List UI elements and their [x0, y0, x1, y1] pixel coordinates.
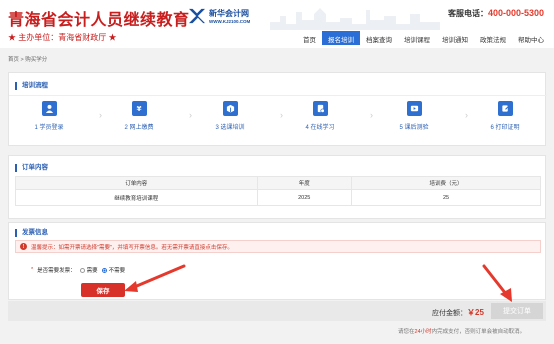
site-header: 青海省会计人员继续教育 ★ 主办单位：青海省财政厅 ★ 新华会计网 WWW.KJ…: [0, 0, 554, 48]
brand-subtitle: ★ 主办单位：青海省财政厅 ★: [8, 33, 117, 42]
order-year-cell: 2025: [256, 189, 352, 206]
table-row: 继续教育培训课程 2025 25: [15, 189, 541, 206]
step-print-certificate: 6 打印证明: [475, 101, 535, 131]
chevron-right-icon: ›: [465, 110, 468, 120]
order-fee-cell: 25: [351, 189, 541, 206]
phone-number: 400-000-5300: [488, 8, 545, 18]
brand-title: 青海省会计人员继续教育: [8, 10, 190, 29]
order-title: 订单内容: [15, 164, 48, 172]
chevron-right-icon: ›: [99, 110, 102, 120]
invoice-question: * 是否需要发票： 需要 不需要: [31, 266, 125, 274]
logo-url: WWW.KJ2100.COM: [209, 19, 251, 24]
invoice-question-label: 是否需要发票：: [37, 268, 76, 274]
amount-label: 应付金额：: [432, 310, 467, 317]
column-header: 年度: [256, 176, 352, 190]
nav-policies[interactable]: 政策法规: [474, 31, 512, 45]
required-marker: *: [31, 267, 34, 273]
note-prefix: 请您在: [398, 329, 415, 335]
step-payment: ¥ 2 网上缴费: [109, 101, 169, 131]
nav-help[interactable]: 帮助中心: [512, 31, 550, 45]
step-quiz: 5 课后测验: [384, 101, 444, 131]
radio-button[interactable]: [79, 267, 85, 273]
yen-icon: ¥: [131, 101, 147, 116]
alert-icon: !: [20, 243, 27, 250]
radio-label: 需要: [86, 268, 98, 274]
invoice-title: 发票信息: [15, 229, 48, 237]
step-label: 1 学员登录: [34, 125, 64, 131]
support-phone: 客服电话：400-000-5300: [448, 8, 544, 19]
order-table: 订单内容 年度 培训费（元） 继续教育培训课程 2025 25: [15, 176, 541, 206]
payment-note: 请您在24小时内完成支付，否则订单会被自动取消。: [398, 327, 525, 335]
phone-label: 客服电话：: [448, 9, 488, 18]
step-label: 6 打印证明: [490, 125, 520, 131]
chevron-right-icon: ›: [189, 110, 192, 120]
nav-notices[interactable]: 培训通知: [436, 31, 474, 45]
column-header: 培训费（元）: [351, 176, 541, 190]
xinhua-logo[interactable]: 新华会计网 WWW.KJ2100.COM: [188, 8, 250, 24]
step-label: 4 在线学习: [305, 125, 335, 131]
invoice-tip-text: 温馨提示：如需开票请选择"需要"，并填写开票信息。若无需开票请直接点击保存。: [31, 244, 233, 251]
note-deadline: 24小时: [414, 329, 432, 335]
payment-bar: 应付金额：￥25 提交订单: [8, 301, 546, 321]
nav-archive-query[interactable]: 档案查询: [360, 31, 398, 45]
logo-name: 新华会计网: [209, 9, 249, 18]
edit-icon: [497, 101, 513, 116]
order-content-cell: 继续教育培训课程: [15, 189, 258, 206]
box-icon: [222, 101, 238, 116]
step-select-course: 3 选课培训: [200, 101, 260, 131]
brand: 青海省会计人员继续教育 ★ 主办单位：青海省财政厅 ★: [8, 6, 190, 43]
amount-due: 应付金额：￥25: [432, 307, 484, 318]
nav-courses[interactable]: 培训课程: [398, 31, 436, 45]
training-flow-title: 培训流程: [15, 82, 48, 90]
divider: [9, 95, 547, 96]
document-icon: [312, 101, 328, 116]
note-suffix: 内完成支付，否则订单会被自动取消。: [431, 329, 526, 335]
amount-value: ￥25: [467, 308, 484, 317]
breadcrumb[interactable]: 首页 > 购买学分: [8, 55, 47, 63]
video-icon: [406, 101, 422, 116]
submit-order-button[interactable]: 提交订单: [491, 303, 543, 319]
order-panel: 订单内容 订单内容 年度 培训费（元） 继续教育培训课程 2025 25: [8, 155, 546, 219]
main-nav: 首页 报名培训 档案查询 培训课程 培训通知 政策法规 帮助中心: [297, 31, 550, 45]
nav-enroll-training[interactable]: 报名培训: [322, 31, 360, 45]
radio-button-selected[interactable]: [101, 267, 107, 273]
annotation-arrow-save: [124, 264, 186, 292]
step-login: 1 学员登录: [19, 101, 79, 131]
nav-home[interactable]: 首页: [297, 31, 322, 45]
step-online-study: 4 在线学习: [290, 101, 350, 131]
step-label: 5 课后测验: [399, 125, 429, 131]
column-header: 订单内容: [15, 176, 258, 190]
annotation-arrow-submit: [482, 264, 512, 302]
chevron-right-icon: ›: [280, 110, 283, 120]
user-icon: [41, 101, 57, 116]
chevron-right-icon: ›: [370, 110, 373, 120]
logo-icon: [189, 8, 205, 24]
invoice-option-need[interactable]: 需要: [79, 266, 98, 274]
step-label: 3 选课培训: [215, 125, 245, 131]
skyline-decoration: [270, 8, 440, 30]
invoice-tip: ! 温馨提示：如需开票请选择"需要"，并填写开票信息。若无需开票请直接点击保存。: [15, 240, 541, 253]
training-flow-panel: 培训流程 1 学员登录 › ¥ 2 网上缴费 › 3 选课培训 › 4 在线学习…: [8, 72, 547, 146]
step-label: 2 网上缴费: [124, 125, 154, 131]
